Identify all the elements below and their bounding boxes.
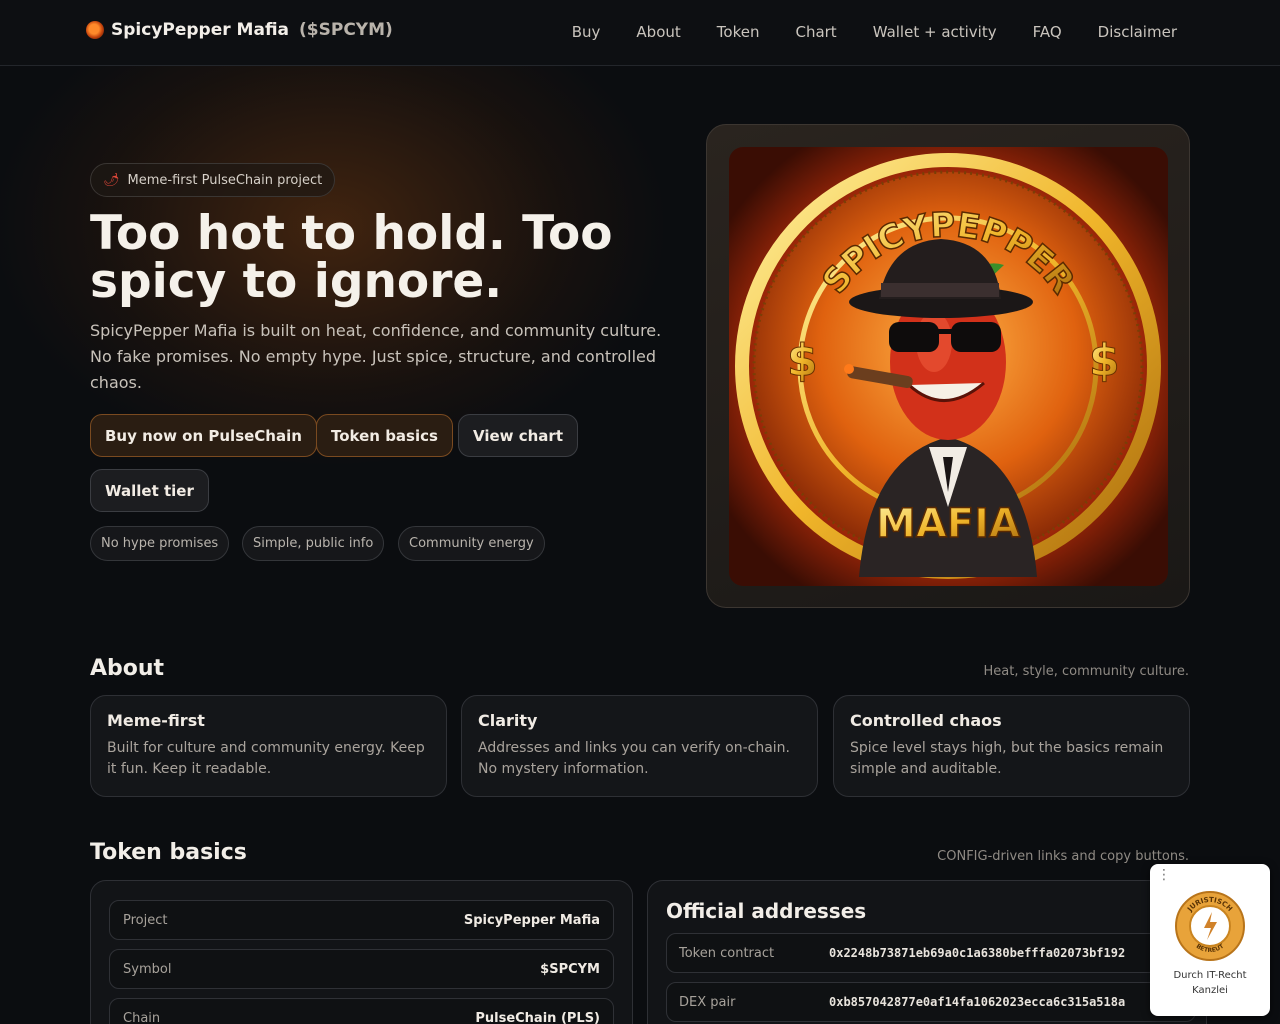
token-basics-note: CONFIG-driven links and copy buttons. [937,849,1189,864]
wallet-tier-button[interactable]: Wallet tier [90,469,209,512]
coin-bottom-text: MAFIA [876,501,1020,547]
nav-faq[interactable]: FAQ [1033,23,1062,41]
address-value[interactable]: 0xb857042877e0af14fa1062023ecca6c315a518… [829,995,1125,1009]
token-row-value: SpicyPepper Mafia [463,912,600,928]
token-basics-title: Token basics [90,840,247,865]
project-pill-label: Meme-first PulseChain project [127,172,323,188]
legal-badge-widget[interactable]: ⋮ JURISTISCH BETREUT Durch IT-Recht Kanz… [1150,864,1270,1016]
about-card-controlled-chaos: Controlled chaos Spice level stays high,… [833,695,1190,797]
legal-seal-icon: JURISTISCH BETREUT [1174,890,1246,962]
pepper-logo-icon [86,21,104,39]
brand[interactable]: SpicyPepper Mafia ($SPCYM) [86,20,393,40]
hero-title: Too hot to hold. Too spicy to ignore. [90,206,613,309]
nav-buy[interactable]: Buy [572,23,601,41]
about-card-title: Clarity [478,711,538,730]
token-row-chain: Chain PulseChain (PLS) [109,998,614,1024]
token-row-value: PulseChain (PLS) [475,1010,600,1024]
token-row-label: Chain [123,1010,161,1024]
mafia-coin-image: SPICYPEPPER $ $ MAFIA [729,147,1168,586]
nav-about[interactable]: About [636,23,680,41]
token-info-panel: Project SpicyPepper Mafia Symbol $SPCYM … [90,880,633,1024]
official-addresses-panel: Official addresses Token contract 0x2248… [647,880,1207,1024]
hero-image-card: SPICYPEPPER $ $ MAFIA [706,124,1190,608]
about-card-text: Spice level stays high, but the basics r… [850,740,1164,777]
coin-right-symbol: $ [1089,335,1120,386]
main-nav: Buy About Token Chart Wallet + activity … [536,23,1177,41]
address-label: Token contract [679,945,775,961]
about-card-title: Meme-first [107,711,205,730]
about-card-text: Addresses and links you can verify on-ch… [478,740,790,777]
about-card-meme-first: Meme-first Built for culture and communi… [90,695,447,797]
nav-disclaimer[interactable]: Disclaimer [1098,23,1177,41]
brand-name: SpicyPepper Mafia [111,20,290,40]
about-note: Heat, style, community culture. [983,664,1189,679]
tag-no-hype: No hype promises [90,526,230,561]
token-row-symbol: Symbol $SPCYM [109,949,614,989]
hero-subtitle: SpicyPepper Mafia is built on heat, conf… [90,321,662,392]
about-card-text: Built for culture and community energy. … [107,740,425,777]
token-basics-button[interactable]: Token basics [316,414,453,457]
official-addresses-title: Official addresses [666,899,867,923]
tag-public-info: Simple, public info [242,526,385,561]
view-chart-button[interactable]: View chart [458,414,578,457]
nav-wallet-activity[interactable]: Wallet + activity [873,23,997,41]
drag-handle-icon[interactable]: ⋮ [1157,868,1171,882]
nav-token[interactable]: Token [717,23,760,41]
about-card-clarity: Clarity Addresses and links you can veri… [461,695,818,797]
badge-caption-line1: Durch IT-Recht [1173,970,1247,981]
address-row-token-contract[interactable]: Token contract 0x2248b73871eb69a0c1a6380… [666,933,1196,973]
token-row-project: Project SpicyPepper Mafia [109,900,614,940]
about-card-title: Controlled chaos [850,711,1002,730]
address-value[interactable]: 0x2248b73871eb69a0c1a6380befffa02073bf19… [829,946,1125,960]
project-pill: 🌶 Meme-first PulseChain project [90,163,336,197]
token-row-value: $SPCYM [540,961,600,977]
badge-caption-line2: Kanzlei [1192,985,1228,996]
chili-pepper-icon: 🌶 [103,172,120,188]
buy-now-button[interactable]: Buy now on PulseChain [90,414,317,457]
token-row-label: Symbol [123,961,172,977]
site-header: SpicyPepper Mafia ($SPCYM) Buy About Tok… [0,0,1280,66]
coin-left-symbol: $ [787,335,818,386]
brand-symbol: ($SPCYM) [299,20,393,40]
tag-community-energy: Community energy [398,526,545,561]
address-label: DEX pair [679,994,736,1010]
address-row-dex-pair[interactable]: DEX pair 0xb857042877e0af14fa1062023ecca… [666,982,1196,1022]
about-title: About [90,656,165,681]
token-row-label: Project [123,912,168,928]
nav-chart[interactable]: Chart [795,23,836,41]
badge-caption: Durch IT-Recht Kanzlei [1150,968,1270,998]
